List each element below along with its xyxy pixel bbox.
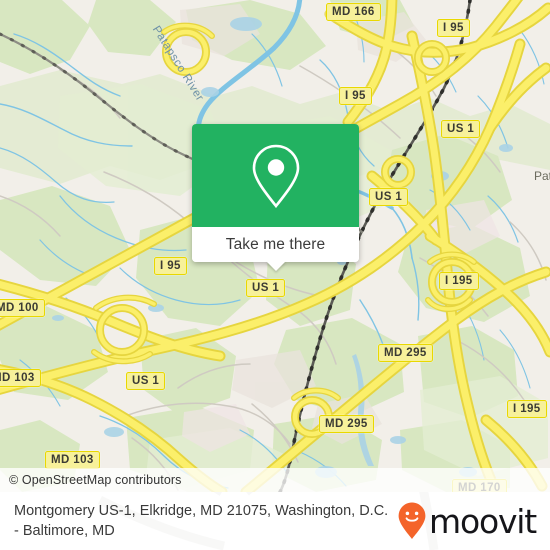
popup-pointer bbox=[265, 261, 286, 271]
road-shield: MD 295 bbox=[319, 415, 374, 433]
place-label-partial: Pat bbox=[534, 169, 550, 183]
moovit-smiley-pin-icon bbox=[398, 502, 426, 539]
road-shield: MD 100 bbox=[0, 299, 45, 317]
location-popup-card[interactable]: Take me there bbox=[192, 124, 359, 271]
road-shield: US 1 bbox=[441, 120, 481, 138]
road-shield: I 95 bbox=[154, 257, 187, 275]
road-shield: MD 166 bbox=[326, 3, 381, 21]
footer-bar: Montgomery US-1, Elkridge, MD 21075, Was… bbox=[0, 492, 550, 550]
road-shield: I 95 bbox=[339, 87, 372, 105]
map-pin-icon bbox=[252, 144, 299, 208]
road-shield: MD 103 bbox=[0, 369, 41, 387]
moovit-wordmark: moovit bbox=[429, 501, 537, 541]
road-shield: US 1 bbox=[369, 188, 409, 206]
road-shield: MD 103 bbox=[45, 451, 100, 469]
screenshot-root: Patapsco River Pat MD 166I 95I 95US 1US … bbox=[0, 0, 550, 550]
moovit-logo: moovit bbox=[397, 501, 537, 541]
location-address: Montgomery US-1, Elkridge, MD 21075, Was… bbox=[14, 503, 389, 539]
popup-action-row[interactable]: Take me there bbox=[192, 227, 359, 262]
road-shield: I 195 bbox=[439, 272, 479, 290]
popup-header bbox=[192, 124, 359, 227]
road-shield: I 95 bbox=[437, 19, 470, 37]
road-shield: US 1 bbox=[126, 372, 166, 390]
road-shield: MD 295 bbox=[378, 344, 433, 362]
road-shield: US 1 bbox=[246, 279, 286, 297]
attribution-text: © OpenStreetMap contributors bbox=[9, 473, 182, 487]
take-me-there-button[interactable]: Take me there bbox=[226, 236, 326, 254]
map-attribution[interactable]: © OpenStreetMap contributors bbox=[0, 468, 550, 492]
road-shield: I 195 bbox=[507, 400, 547, 418]
